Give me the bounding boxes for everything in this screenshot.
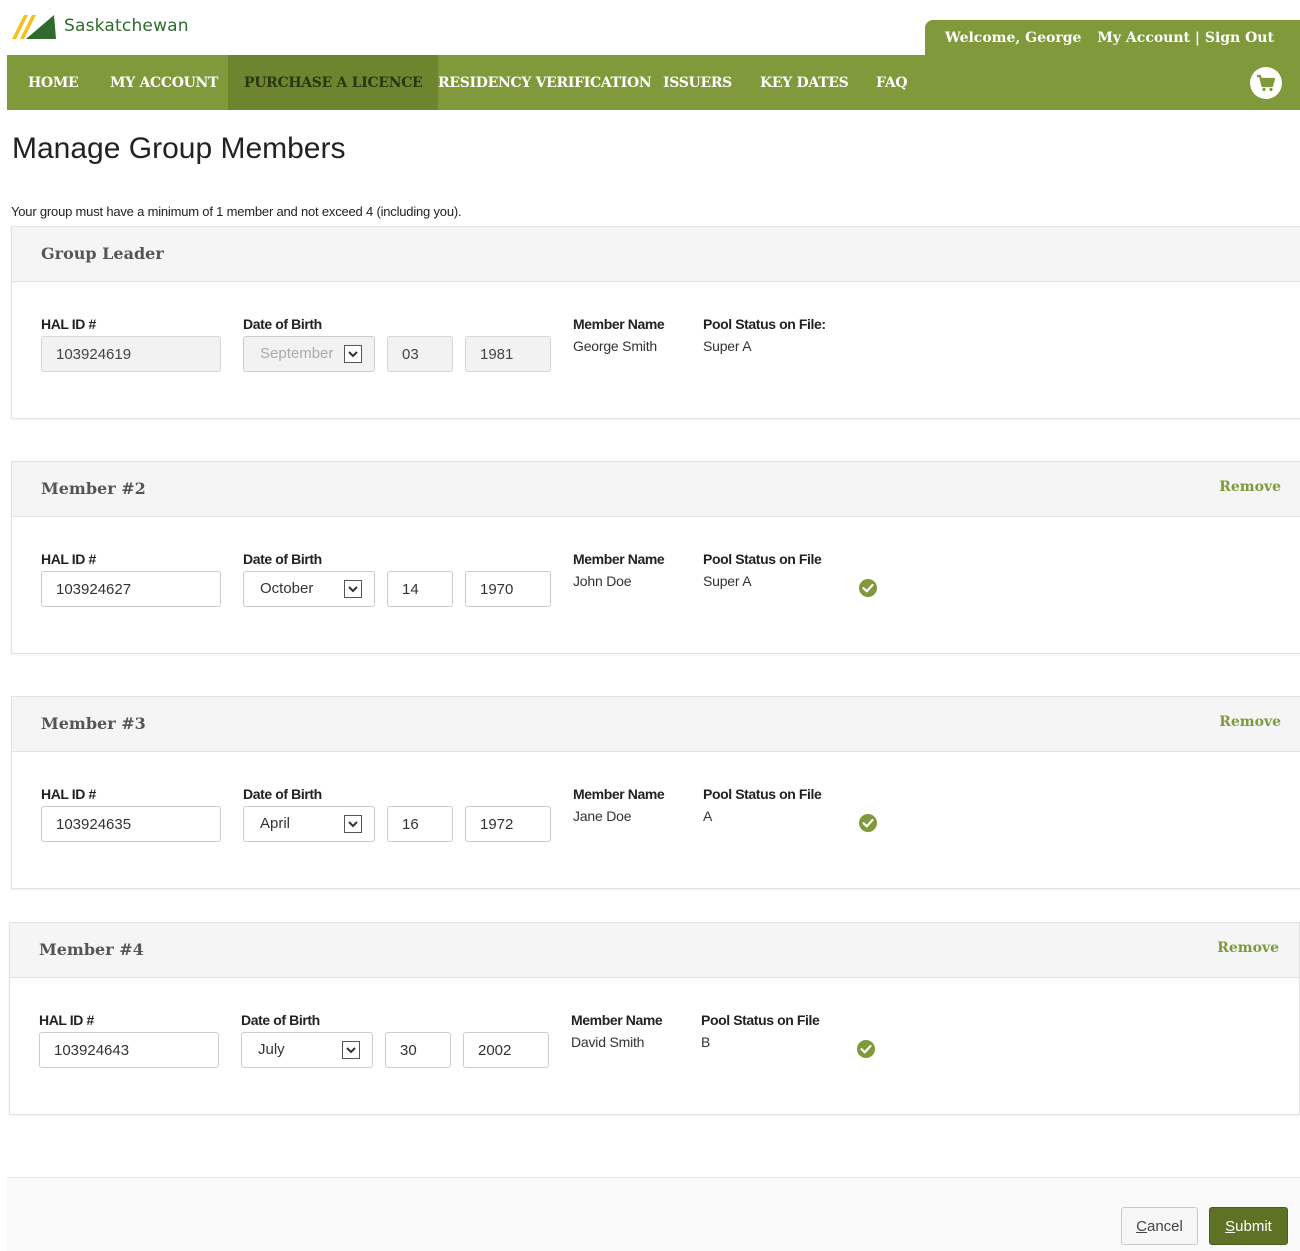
nav-residency-verification[interactable]: RESIDENCY VERIFICATION bbox=[438, 55, 652, 110]
chevron-down-icon bbox=[344, 345, 362, 363]
chevron-down-icon bbox=[344, 580, 362, 598]
birth-year-input[interactable] bbox=[465, 806, 551, 842]
group-leader-panel: Group Leader HAL ID # Date of Birth Memb… bbox=[11, 226, 1300, 419]
hal-id-label: HAL ID # bbox=[39, 1012, 94, 1028]
dob-label: Date of Birth bbox=[243, 316, 322, 332]
chevron-down-icon bbox=[342, 1041, 360, 1059]
pool-status-value: Super A bbox=[703, 573, 752, 589]
panel-body: HAL ID # Date of Birth Member Name Pool … bbox=[12, 517, 1300, 653]
page-title: Manage Group Members bbox=[12, 132, 346, 165]
brand-name: Saskatchewan bbox=[64, 16, 189, 36]
panel-header: Member #3 Remove bbox=[12, 697, 1300, 752]
birth-year-input[interactable] bbox=[463, 1032, 549, 1068]
hal-id-input[interactable] bbox=[41, 571, 221, 607]
remove-member-button[interactable]: Remove bbox=[1219, 479, 1281, 495]
birth-day-input[interactable] bbox=[387, 571, 453, 607]
panel-title: Member #4 bbox=[39, 940, 144, 959]
panel-header: Member #2 Remove bbox=[12, 462, 1300, 517]
member-name-value: Jane Doe bbox=[573, 808, 632, 824]
birth-month-value: September bbox=[260, 345, 334, 362]
saskatchewan-logo-icon bbox=[12, 15, 56, 39]
panel-header: Member #4 Remove bbox=[10, 923, 1299, 978]
birth-month-select[interactable]: July bbox=[241, 1032, 373, 1068]
panel-title: Member #3 bbox=[41, 714, 146, 733]
hal-id-input[interactable] bbox=[41, 806, 221, 842]
birth-month-value: July bbox=[258, 1041, 285, 1058]
birth-day-input[interactable] bbox=[387, 806, 453, 842]
panel-body: HAL ID # Date of Birth Member Name Pool … bbox=[12, 752, 1300, 888]
birth-month-value: April bbox=[260, 815, 291, 832]
birth-year-input[interactable] bbox=[465, 571, 551, 607]
birth-month-select[interactable]: September bbox=[243, 336, 375, 372]
member-name-label: Member Name bbox=[573, 551, 665, 567]
chevron-down-icon bbox=[344, 815, 362, 833]
dob-label: Date of Birth bbox=[241, 1012, 320, 1028]
member-name-label: Member Name bbox=[573, 786, 665, 802]
account-links[interactable]: My Account | Sign Out bbox=[1097, 30, 1274, 46]
group-size-instructions: Your group must have a minimum of 1 memb… bbox=[11, 204, 462, 219]
birth-day-input[interactable] bbox=[387, 336, 453, 372]
submit-label: ubmit bbox=[1235, 1217, 1272, 1235]
panel-title: Member #2 bbox=[41, 479, 146, 498]
birth-day-input[interactable] bbox=[385, 1032, 451, 1068]
cancel-label: ancel bbox=[1146, 1217, 1183, 1235]
form-actions bbox=[7, 1178, 1300, 1251]
check-circle-icon bbox=[859, 579, 877, 597]
cart-icon bbox=[1257, 74, 1276, 92]
dob-label: Date of Birth bbox=[243, 551, 322, 567]
member-3-panel: Member #3 Remove HAL ID # Date of Birth … bbox=[11, 696, 1300, 889]
member-name-value: David Smith bbox=[571, 1034, 645, 1050]
nav-key-dates[interactable]: KEY DATES bbox=[760, 55, 849, 110]
hal-id-label: HAL ID # bbox=[41, 316, 96, 332]
pool-status-value: B bbox=[701, 1034, 711, 1050]
member-name-label: Member Name bbox=[571, 1012, 663, 1028]
birth-month-value: October bbox=[260, 580, 314, 597]
birth-year-input[interactable] bbox=[465, 336, 551, 372]
panel-body: HAL ID # Date of Birth Member Name Pool … bbox=[12, 282, 1300, 418]
nav-purchase-licence[interactable]: PURCHASE A LICENCE bbox=[228, 55, 439, 110]
panel-body: HAL ID # Date of Birth Member Name Pool … bbox=[10, 978, 1299, 1114]
check-circle-icon bbox=[857, 1040, 875, 1058]
nav-home[interactable]: HOME bbox=[28, 55, 79, 110]
cancel-accesskey: C bbox=[1136, 1217, 1147, 1235]
hal-id-input[interactable] bbox=[39, 1032, 219, 1068]
birth-month-select[interactable]: April bbox=[243, 806, 375, 842]
dob-label: Date of Birth bbox=[243, 786, 322, 802]
main-navigation: HOME MY ACCOUNT PURCHASE A LICENCE RESID… bbox=[7, 55, 1300, 110]
remove-member-button[interactable]: Remove bbox=[1219, 714, 1281, 730]
pool-status-label: Pool Status on File: bbox=[703, 316, 826, 332]
panel-header: Group Leader bbox=[12, 227, 1300, 282]
member-name-value: John Doe bbox=[573, 573, 632, 589]
nav-issuers[interactable]: ISSUERS bbox=[663, 55, 732, 110]
pool-status-label: Pool Status on File bbox=[703, 551, 822, 567]
submit-accesskey: S bbox=[1225, 1217, 1236, 1235]
birth-month-select[interactable]: October bbox=[243, 571, 375, 607]
check-circle-icon bbox=[859, 814, 877, 832]
submit-button[interactable]: Submit bbox=[1209, 1207, 1288, 1245]
pool-status-value: A bbox=[703, 808, 713, 824]
pool-status-label: Pool Status on File bbox=[701, 1012, 820, 1028]
pool-status-value: Super A bbox=[703, 338, 752, 354]
hal-id-input[interactable] bbox=[41, 336, 221, 372]
hal-id-label: HAL ID # bbox=[41, 551, 96, 567]
member-4-panel: Member #4 Remove HAL ID # Date of Birth … bbox=[9, 922, 1300, 1115]
cancel-button[interactable]: Cancel bbox=[1121, 1207, 1198, 1245]
member-2-panel: Member #2 Remove HAL ID # Date of Birth … bbox=[11, 461, 1300, 654]
hal-id-label: HAL ID # bbox=[41, 786, 96, 802]
cart-button[interactable] bbox=[1250, 67, 1282, 99]
panel-title: Group Leader bbox=[41, 244, 164, 263]
account-tab: Welcome, George My Account | Sign Out bbox=[925, 20, 1300, 56]
nav-my-account[interactable]: MY ACCOUNT bbox=[110, 55, 218, 110]
pool-status-label: Pool Status on File bbox=[703, 786, 822, 802]
member-name-label: Member Name bbox=[573, 316, 665, 332]
welcome-text: Welcome, George bbox=[945, 30, 1082, 46]
member-name-value: George Smith bbox=[573, 338, 657, 354]
nav-faq[interactable]: FAQ bbox=[876, 55, 908, 110]
saskatchewan-logo[interactable]: Saskatchewan bbox=[10, 10, 189, 42]
remove-member-button[interactable]: Remove bbox=[1217, 940, 1279, 956]
